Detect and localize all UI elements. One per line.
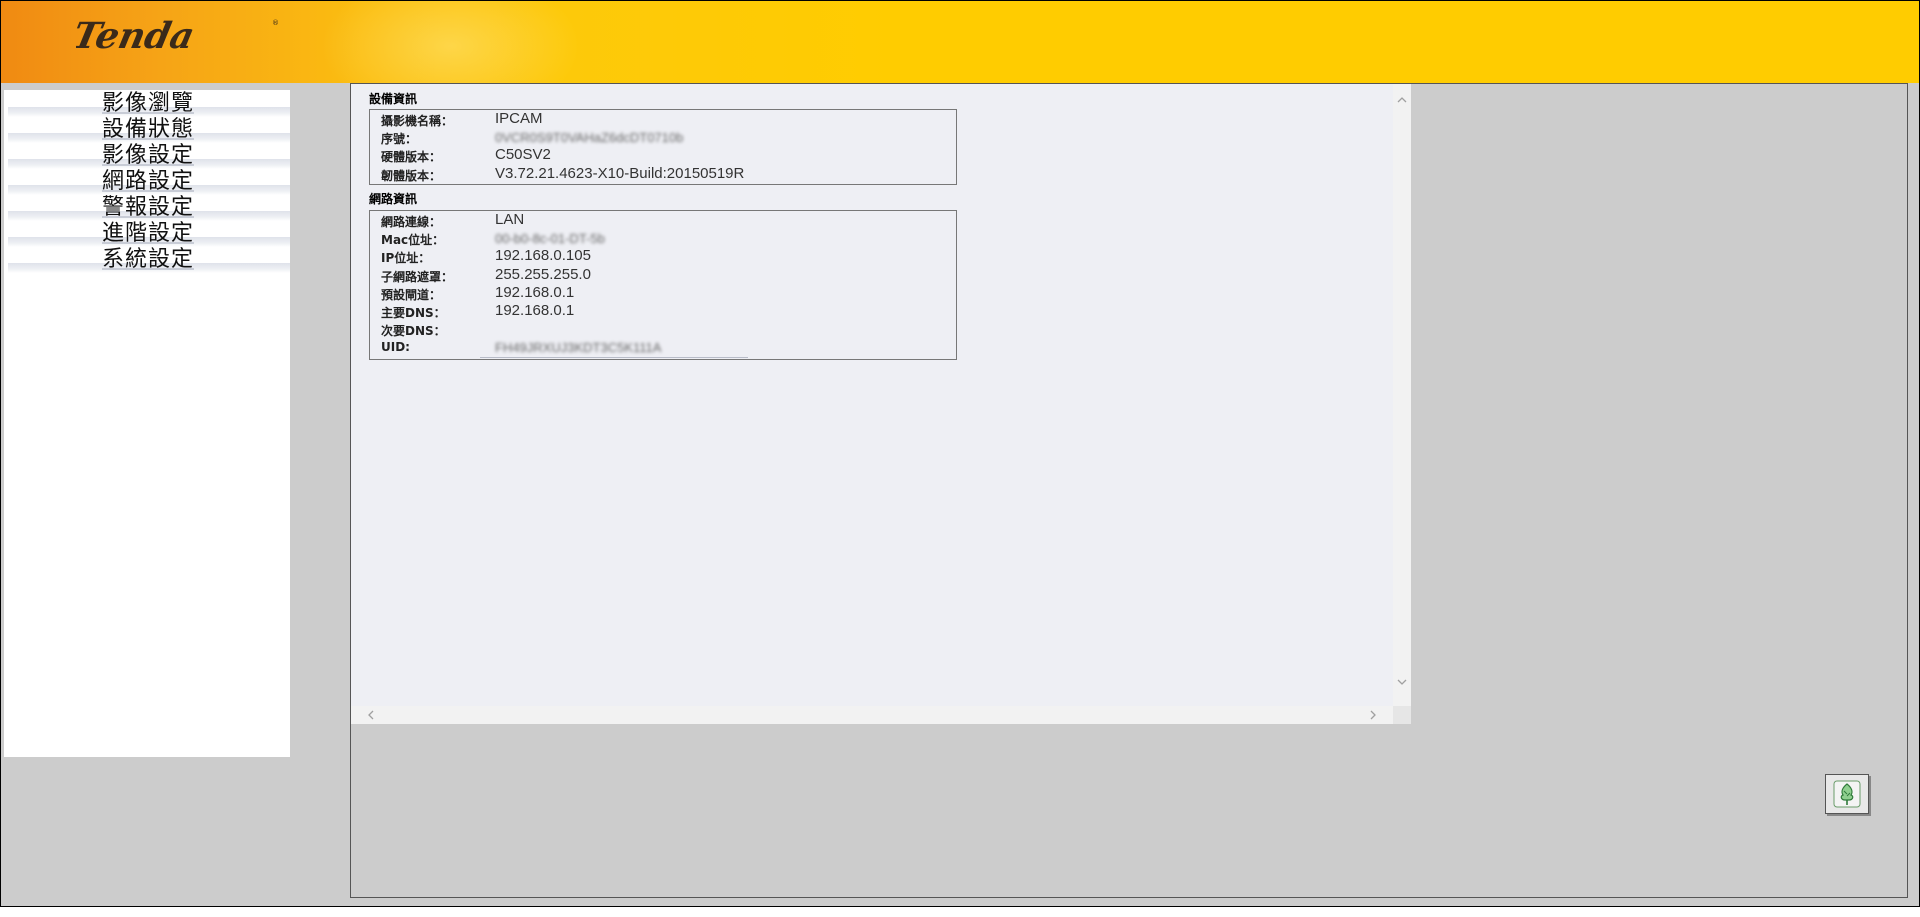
info-label: Mac位址：: [381, 233, 445, 248]
info-row: 網路連線： LAN: [370, 211, 956, 229]
info-label: 次要DNS：: [381, 324, 446, 339]
sidebar-item-label[interactable]: 系統設定: [102, 247, 194, 273]
sidebar-item-device-status[interactable]: 設備狀態: [8, 117, 290, 143]
info-row: 次要DNS：: [370, 320, 956, 338]
info-label: 序號：: [381, 132, 418, 147]
info-label: 網路連線：: [381, 215, 442, 229]
info-value-redacted: FH49JRXUJ3KDT3C5K111A: [495, 340, 662, 356]
sidebar-item-alarm-settings[interactable]: 警報設定: [8, 195, 290, 221]
info-row: 預設閘道： 192.168.0.1: [370, 284, 956, 302]
sidebar-item-advanced-settings[interactable]: 進階設定: [8, 221, 290, 247]
info-label: 預設閘道：: [381, 287, 442, 302]
info-row: 韌體版本： V3.72.21.4623-X10-Build:20150519R: [370, 165, 956, 183]
tree-icon: [1833, 780, 1861, 808]
page-frame: Tenda ® 影像瀏覽 設備狀態 影像設定 網路設定 警報設定 進階設定 系統…: [0, 0, 1920, 907]
sidebar-item-network-settings[interactable]: 網路設定: [8, 169, 290, 195]
info-label: 子網路遮罩：: [381, 269, 454, 284]
sidebar-item-label[interactable]: 影像設定: [102, 143, 194, 169]
info-value: 192.168.0.1: [495, 283, 575, 301]
tree-icon-button[interactable]: [1825, 774, 1869, 814]
info-value-redacted: 0VCR0S9T0VAHaZ6dcDT0710b: [495, 130, 684, 146]
chevron-down-icon[interactable]: [1396, 676, 1408, 688]
info-row: 攝影機名稱： IPCAM: [370, 110, 956, 128]
info-value: 255.255.255.0: [495, 265, 591, 283]
network-info-title: 網路資訊: [369, 192, 418, 206]
uid-underline: [480, 357, 748, 358]
chevron-left-icon[interactable]: [365, 709, 377, 721]
info-row: 硬體版本： C50SV2: [370, 146, 956, 164]
info-row: UID: FH49JRXUJ3KDT3C5K111A: [370, 338, 956, 356]
sidebar-item-system-settings[interactable]: 系統設定: [8, 247, 290, 273]
sidebar-nav: 影像瀏覽 設備狀態 影像設定 網路設定 警報設定 進階設定 系統設定: [4, 90, 290, 757]
sidebar-item-label[interactable]: 網路設定: [102, 169, 194, 195]
info-label: 主要DNS：: [381, 305, 446, 320]
content-frame: 設備資訊 攝影機名稱： IPCAM 序號： 0VCR0S9T0VAHaZ6dcD…: [350, 83, 1908, 898]
header-banner: Tenda ®: [1, 1, 1919, 121]
info-value: 192.168.0.1: [495, 301, 575, 319]
svg-text:Tenda: Tenda: [76, 15, 198, 55]
scrollbar-corner: [1393, 706, 1411, 724]
vertical-scrollbar[interactable]: [1393, 84, 1411, 706]
info-row: 主要DNS： 192.168.0.1: [370, 302, 956, 320]
info-value: V3.72.21.4623-X10-Build:20150519R: [495, 164, 745, 182]
device-info-title: 設備資訊: [369, 92, 418, 106]
info-value: IPCAM: [495, 110, 543, 127]
info-value: C50SV2: [495, 146, 551, 164]
status-pane: 設備資訊 攝影機名稱： IPCAM 序號： 0VCR0S9T0VAHaZ6dcD…: [351, 84, 1411, 724]
sidebar-item-label[interactable]: 警報設定: [102, 195, 194, 221]
info-label: IP位址：: [381, 251, 431, 266]
info-row: 子網路遮罩： 255.255.255.0: [370, 266, 956, 284]
device-info-box: 攝影機名稱： IPCAM 序號： 0VCR0S9T0VAHaZ6dcDT0710…: [369, 109, 957, 185]
info-row: Mac位址： 00-b0-8c-01-DT-5b: [370, 229, 956, 247]
sidebar-item-live-view[interactable]: 影像瀏覽: [8, 91, 290, 117]
info-label: 韌體版本：: [381, 168, 442, 183]
info-row: 序號： 0VCR0S9T0VAHaZ6dcDT0710b: [370, 128, 956, 146]
horizontal-scrollbar[interactable]: [351, 706, 1393, 724]
tenda-logo: Tenda ®: [76, 15, 279, 55]
info-value-redacted: 00-b0-8c-01-DT-5b: [495, 231, 605, 247]
info-label: 攝影機名稱：: [381, 114, 454, 128]
sidebar-item-label[interactable]: 設備狀態: [102, 117, 194, 143]
sidebar-item-label[interactable]: 影像瀏覽: [102, 91, 194, 117]
sidebar-item-video-settings[interactable]: 影像設定: [8, 143, 290, 169]
chevron-right-icon[interactable]: [1367, 709, 1379, 721]
chevron-up-icon[interactable]: [1396, 94, 1408, 106]
info-value: 192.168.0.105: [495, 247, 591, 265]
network-info-box: 網路連線： LAN Mac位址： 00-b0-8c-01-DT-5b IP位址：…: [369, 210, 957, 360]
svg-text:®: ®: [272, 19, 279, 27]
sidebar-item-label[interactable]: 進階設定: [102, 221, 194, 247]
info-value: LAN: [495, 211, 525, 228]
info-row: IP位址： 192.168.0.105: [370, 247, 956, 265]
info-label: 硬體版本：: [381, 150, 442, 165]
info-label: UID:: [381, 340, 410, 355]
